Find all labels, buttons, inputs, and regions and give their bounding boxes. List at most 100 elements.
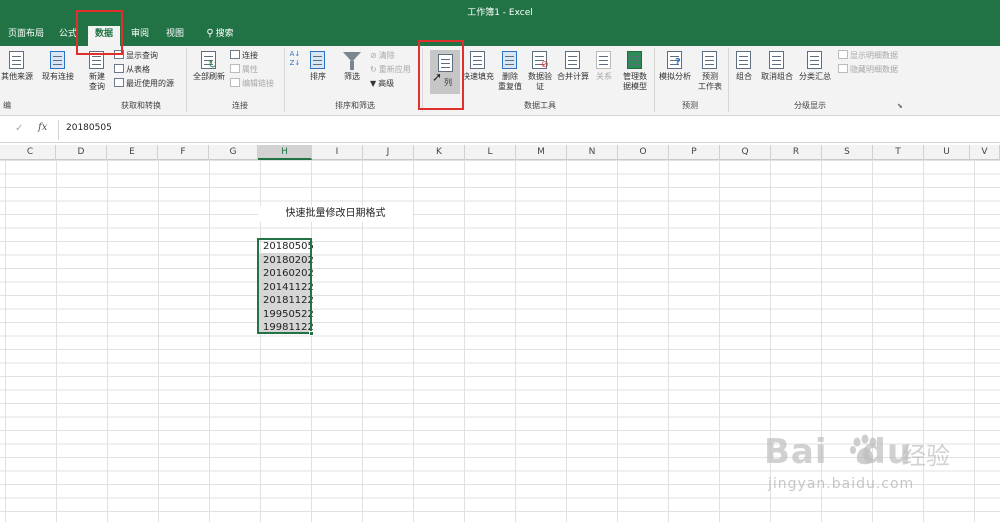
connections-button[interactable]: 连接 [230, 50, 258, 62]
dialog-launcher-icon[interactable]: ⬊ [897, 102, 903, 110]
column-header[interactable]: P [669, 145, 720, 160]
other-sources-button[interactable]: 其他来源 [0, 50, 34, 82]
hide-detail-icon [838, 64, 848, 73]
data-model-icon [624, 50, 646, 70]
sort-button[interactable]: 排序 [305, 50, 331, 82]
advanced-button[interactable]: ▼ 高级 [370, 78, 394, 90]
column-header[interactable]: Q [720, 145, 771, 160]
ungroup-button[interactable]: 取消组合 [758, 50, 796, 82]
column-header[interactable]: E [107, 145, 158, 160]
show-detail-button[interactable]: 显示明细数据 [838, 50, 898, 62]
reapply-label: 重新应用 [378, 65, 411, 74]
remove-duplicates-button[interactable]: 删除 重复值 [496, 50, 524, 92]
column-header[interactable]: D [56, 145, 107, 160]
new-query-button[interactable]: 新建 查询 [82, 50, 112, 92]
group-button[interactable]: 组合 [732, 50, 756, 82]
relationships-button[interactable]: 关系 [592, 50, 616, 82]
column-header[interactable]: R [771, 145, 822, 160]
other-sources-icon [6, 50, 28, 70]
sheet-title-cell[interactable]: 快速批量修改日期格式 [258, 206, 413, 222]
consolidate-button[interactable]: 合并计算 [556, 50, 590, 82]
data-model-label-2: 据模型 [623, 82, 647, 91]
fill-handle[interactable] [309, 331, 314, 336]
group-separator [186, 48, 187, 112]
column-header-selected[interactable]: H [258, 145, 312, 160]
column-header[interactable]: J [363, 145, 414, 160]
column-header[interactable]: K [414, 145, 465, 160]
data-validation-button[interactable]: ⊘ 数据验 证 [526, 50, 554, 92]
tab-view[interactable]: 视图 [163, 26, 187, 46]
column-header[interactable]: F [158, 145, 209, 160]
table-icon [114, 50, 124, 59]
group-label-sort-filter: 排序和筛选 [335, 101, 375, 110]
text-to-columns-button[interactable]: 列 ➚ [430, 50, 460, 94]
remove-duplicates-icon [499, 50, 521, 70]
recent-sources-button[interactable]: 最近使用的源 [114, 78, 174, 90]
ungroup-icon [766, 50, 788, 70]
forecast-label: 预测 [702, 72, 718, 81]
mouse-cursor-icon: ➚ [432, 70, 443, 84]
refresh-all-label: 全部刷新 [193, 72, 225, 81]
column-header[interactable]: V [970, 145, 1000, 160]
column-header[interactable]: T [873, 145, 924, 160]
hide-detail-label: 隐藏明细数据 [850, 65, 898, 74]
subtotal-button[interactable]: 分类汇总 [798, 50, 832, 82]
existing-connections-button[interactable]: 现有连接 [38, 50, 78, 82]
refresh-all-button[interactable]: ↻ 全部刷新 [190, 50, 228, 82]
ribbon: 其他来源 现有连接 新建 查询 显示查询 从表格 最近使用的源 编 获取和转换 … [0, 46, 1000, 116]
existing-connections-label: 现有连接 [42, 72, 74, 81]
formula-content[interactable]: 20180505 [66, 123, 112, 133]
check-icon[interactable]: ✓ [15, 123, 23, 134]
data-model-label: 管理数 [623, 72, 647, 81]
group-label: 组合 [736, 72, 752, 81]
watermark-url: jingyan.baidu.com [768, 476, 915, 492]
tab-formulas[interactable]: 公式 [56, 26, 80, 46]
column-header[interactable]: S [822, 145, 873, 160]
ungroup-label: 取消组合 [761, 72, 793, 81]
tab-review[interactable]: 审阅 [128, 26, 152, 46]
sort-az-button[interactable]: A↓ Z↓ [288, 50, 302, 68]
reapply-icon: ↻ [370, 65, 377, 74]
relationships-icon [593, 50, 615, 70]
properties-icon [230, 64, 240, 73]
flash-fill-button[interactable]: 快速填充 [462, 50, 494, 82]
data-model-button[interactable]: 管理数 据模型 [618, 50, 652, 92]
formula-bar: ✓ fx 20180505 [0, 117, 1000, 143]
edit-links-button[interactable]: 编辑链接 [230, 78, 274, 90]
what-if-analysis-button[interactable]: ? 模拟分析 [656, 50, 694, 82]
filter-button[interactable]: 筛选 [338, 50, 366, 82]
column-header[interactable]: U [924, 145, 970, 160]
baidu-watermark: Bai du 经验 jingyan.baidu.com [764, 430, 994, 510]
window-title: 工作簿1 - Excel [467, 8, 533, 18]
link-icon [230, 78, 240, 87]
column-header[interactable]: O [618, 145, 669, 160]
tab-data[interactable]: 数据 [88, 26, 120, 46]
column-header[interactable]: C [5, 145, 56, 160]
new-query-icon [86, 50, 108, 70]
tab-search[interactable]: ⚲ 搜索 [200, 26, 240, 46]
column-header[interactable]: G [209, 145, 258, 160]
from-table-button[interactable]: 从表格 [114, 64, 150, 76]
properties-button[interactable]: 属性 [230, 64, 258, 76]
sort-label: 排序 [310, 72, 326, 81]
title-bar: 工作簿1 - Excel [0, 0, 1000, 22]
hide-detail-button[interactable]: 隐藏明细数据 [838, 64, 898, 76]
group-separator [728, 48, 729, 112]
column-header[interactable]: I [312, 145, 363, 160]
column-header[interactable]: N [567, 145, 618, 160]
reapply-button[interactable]: ↻ 重新应用 [370, 64, 411, 76]
show-query-button[interactable]: 显示查询 [114, 50, 158, 62]
subtotal-label: 分类汇总 [799, 72, 831, 81]
column-header[interactable]: L [465, 145, 516, 160]
fx-icon[interactable]: fx [38, 122, 47, 133]
group-separator [284, 48, 285, 112]
forecast-sheet-button[interactable]: 预测 工作表 [696, 50, 724, 92]
clear-button[interactable]: ⊘ 清除 [370, 50, 395, 62]
column-header[interactable]: M [516, 145, 567, 160]
clear-label: 清除 [378, 51, 395, 60]
tab-page-layout[interactable]: 页面布局 [6, 26, 46, 46]
forecast-label-2: 工作表 [698, 82, 722, 91]
data-validation-icon: ⊘ [529, 50, 551, 70]
group-label-data-tools: 数据工具 [524, 101, 556, 110]
group-icon [733, 50, 755, 70]
